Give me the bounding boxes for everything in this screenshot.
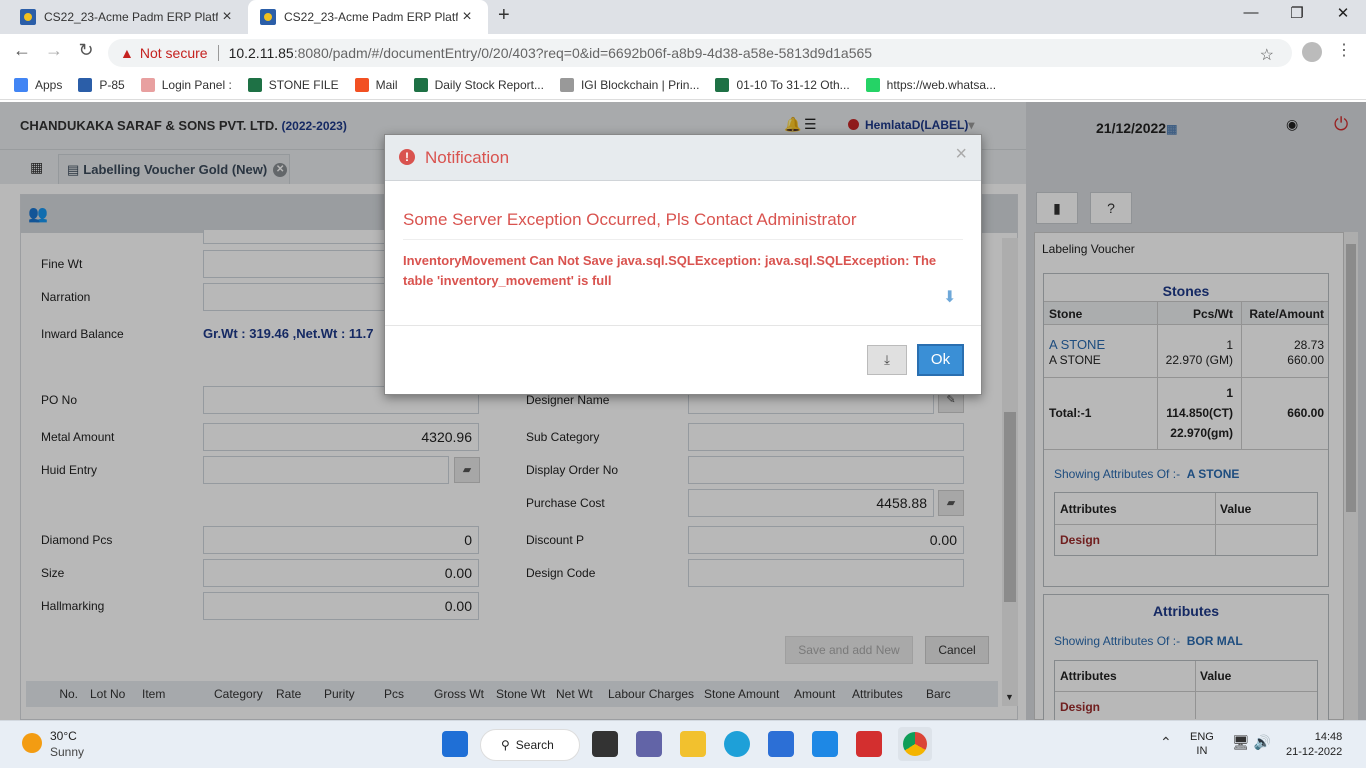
padm-favicon-icon bbox=[20, 9, 36, 25]
browser-tab-2[interactable]: CS22_23-Acme Padm ERP Platfor × bbox=[248, 0, 488, 34]
download-button[interactable]: ⤓ bbox=[867, 345, 907, 375]
weather-status[interactable]: Sunny bbox=[50, 745, 84, 759]
tab-title: CS22_23-Acme Padm ERP Platfor bbox=[44, 10, 218, 24]
bookmark-label: IGI Blockchain | Prin... bbox=[580, 77, 700, 92]
store-icon[interactable] bbox=[768, 731, 794, 757]
bookmark-label: Daily Stock Report... bbox=[434, 77, 544, 92]
notification-dialog: ! Notification × Some Server Exception O… bbox=[384, 134, 982, 395]
apps-grid-icon bbox=[14, 77, 28, 92]
taskbar-search[interactable]: ⚲ Search bbox=[480, 729, 580, 761]
browser-tab-1[interactable]: CS22_23-Acme Padm ERP Platfor × bbox=[8, 0, 248, 34]
wps-office-icon[interactable] bbox=[856, 731, 882, 757]
ok-button[interactable]: Ok bbox=[917, 344, 964, 376]
bookmark-label: https://web.whatsa... bbox=[886, 77, 997, 92]
new-tab-button[interactable]: + bbox=[498, 4, 510, 27]
bookmark-item[interactable]: https://web.whatsa... bbox=[865, 77, 997, 92]
close-tab-icon[interactable]: × bbox=[458, 8, 476, 26]
bookmark-label: 01-10 To 31-12 Oth... bbox=[736, 77, 850, 92]
bookmark-item[interactable]: Daily Stock Report... bbox=[413, 77, 544, 92]
security-status[interactable]: Not secure bbox=[140, 45, 208, 61]
padm-icon bbox=[78, 77, 93, 92]
search-icon: ⚲ bbox=[501, 738, 510, 752]
login-icon bbox=[140, 77, 155, 92]
bookmark-item[interactable]: Login Panel : bbox=[140, 77, 232, 92]
bookmarks-bar: Apps P-85 Login Panel : STONE FILE Mail Daily… bbox=[0, 70, 1366, 100]
search-label: Search bbox=[515, 738, 554, 752]
divider bbox=[217, 45, 219, 61]
bookmark-item[interactable]: STONE FILE bbox=[247, 77, 339, 92]
igi-icon bbox=[559, 77, 574, 92]
padm-favicon-icon bbox=[260, 9, 276, 25]
bookmark-label: Apps bbox=[35, 77, 63, 92]
bookmark-star-icon[interactable]: ☆ bbox=[1260, 45, 1274, 65]
minimize-button[interactable]: — bbox=[1228, 4, 1274, 21]
sun-icon[interactable] bbox=[22, 733, 42, 753]
lang-line-1: ENG bbox=[1190, 731, 1214, 743]
download-icon: ⤓ bbox=[884, 352, 890, 367]
dialog-header: ! Notification × bbox=[385, 135, 981, 181]
excel-icon bbox=[715, 77, 730, 92]
date: 21-12-2022 bbox=[1286, 746, 1343, 758]
forward-arrow-icon[interactable]: → bbox=[42, 40, 66, 61]
windows-start-icon[interactable] bbox=[442, 731, 468, 757]
edge-icon[interactable] bbox=[724, 731, 750, 757]
address-bar[interactable]: ▲ Not secure 10.2.11.85 :8080/padm/#/doc… bbox=[108, 39, 1292, 67]
language-indicator[interactable]: ENG IN bbox=[1190, 730, 1214, 758]
bookmark-label: Login Panel : bbox=[161, 77, 232, 92]
dialog-title: Notification bbox=[425, 148, 510, 167]
excel-icon bbox=[247, 77, 262, 92]
time: 14:48 bbox=[1314, 731, 1343, 743]
file-explorer-icon[interactable] bbox=[680, 731, 706, 757]
close-window-button[interactable]: ✕ bbox=[1320, 4, 1366, 22]
profile-avatar-icon[interactable] bbox=[1302, 42, 1322, 62]
whatsapp-icon bbox=[865, 77, 880, 92]
arrow-down-icon[interactable]: ⬇ bbox=[943, 287, 956, 307]
bookmark-item[interactable]: IGI Blockchain | Prin... bbox=[559, 77, 700, 92]
maximize-button[interactable]: ❐ bbox=[1274, 4, 1320, 22]
mail-icon[interactable] bbox=[812, 731, 838, 757]
bookmark-label: P-85 bbox=[99, 77, 125, 92]
divider bbox=[385, 325, 981, 326]
bookmark-item[interactable]: P-85 bbox=[78, 77, 125, 92]
close-icon[interactable]: × bbox=[955, 143, 967, 166]
chevron-up-icon[interactable]: ⌃ bbox=[1160, 734, 1172, 751]
chrome-active-icon[interactable] bbox=[898, 727, 932, 761]
reload-icon[interactable]: ↻ bbox=[74, 40, 98, 61]
back-arrow-icon[interactable]: ← bbox=[10, 40, 34, 61]
divider bbox=[403, 239, 963, 240]
temperature[interactable]: 30°C bbox=[50, 729, 77, 743]
url-host: 10.2.11.85 bbox=[228, 45, 294, 61]
bookmark-item[interactable]: Apps bbox=[14, 77, 63, 92]
chrome-icon bbox=[903, 732, 927, 756]
microsoft-icon bbox=[354, 77, 369, 92]
bookmark-label: Mail bbox=[375, 77, 398, 92]
lang-line-2: IN bbox=[1196, 745, 1208, 757]
error-detail: InventoryMovement Can Not Save java.sql.… bbox=[403, 253, 937, 288]
close-tab-icon[interactable]: × bbox=[218, 8, 236, 26]
tab-title: CS22_23-Acme Padm ERP Platfor bbox=[284, 10, 458, 24]
url-path: :8080/padm/#/documentEntry/0/20/403?req=… bbox=[293, 45, 873, 61]
error-message: Some Server Exception Occurred, Pls Cont… bbox=[403, 210, 857, 229]
bookmark-item[interactable]: Mail bbox=[354, 77, 398, 92]
bookmark-label: STONE FILE bbox=[268, 77, 339, 92]
exclamation-icon: ! bbox=[399, 149, 415, 165]
clock[interactable]: 14:48 21-12-2022 bbox=[1286, 730, 1342, 760]
warning-icon: ▲ bbox=[120, 45, 134, 61]
task-view-icon[interactable] bbox=[592, 731, 618, 757]
network-volume-icon[interactable]: 🖥 🔊 bbox=[1232, 734, 1271, 751]
bookmark-item[interactable]: 01-10 To 31-12 Oth... bbox=[715, 77, 850, 92]
excel-icon bbox=[413, 77, 428, 92]
teams-icon[interactable] bbox=[636, 731, 662, 757]
browser-menu-icon[interactable]: ⋮ bbox=[1336, 40, 1352, 60]
